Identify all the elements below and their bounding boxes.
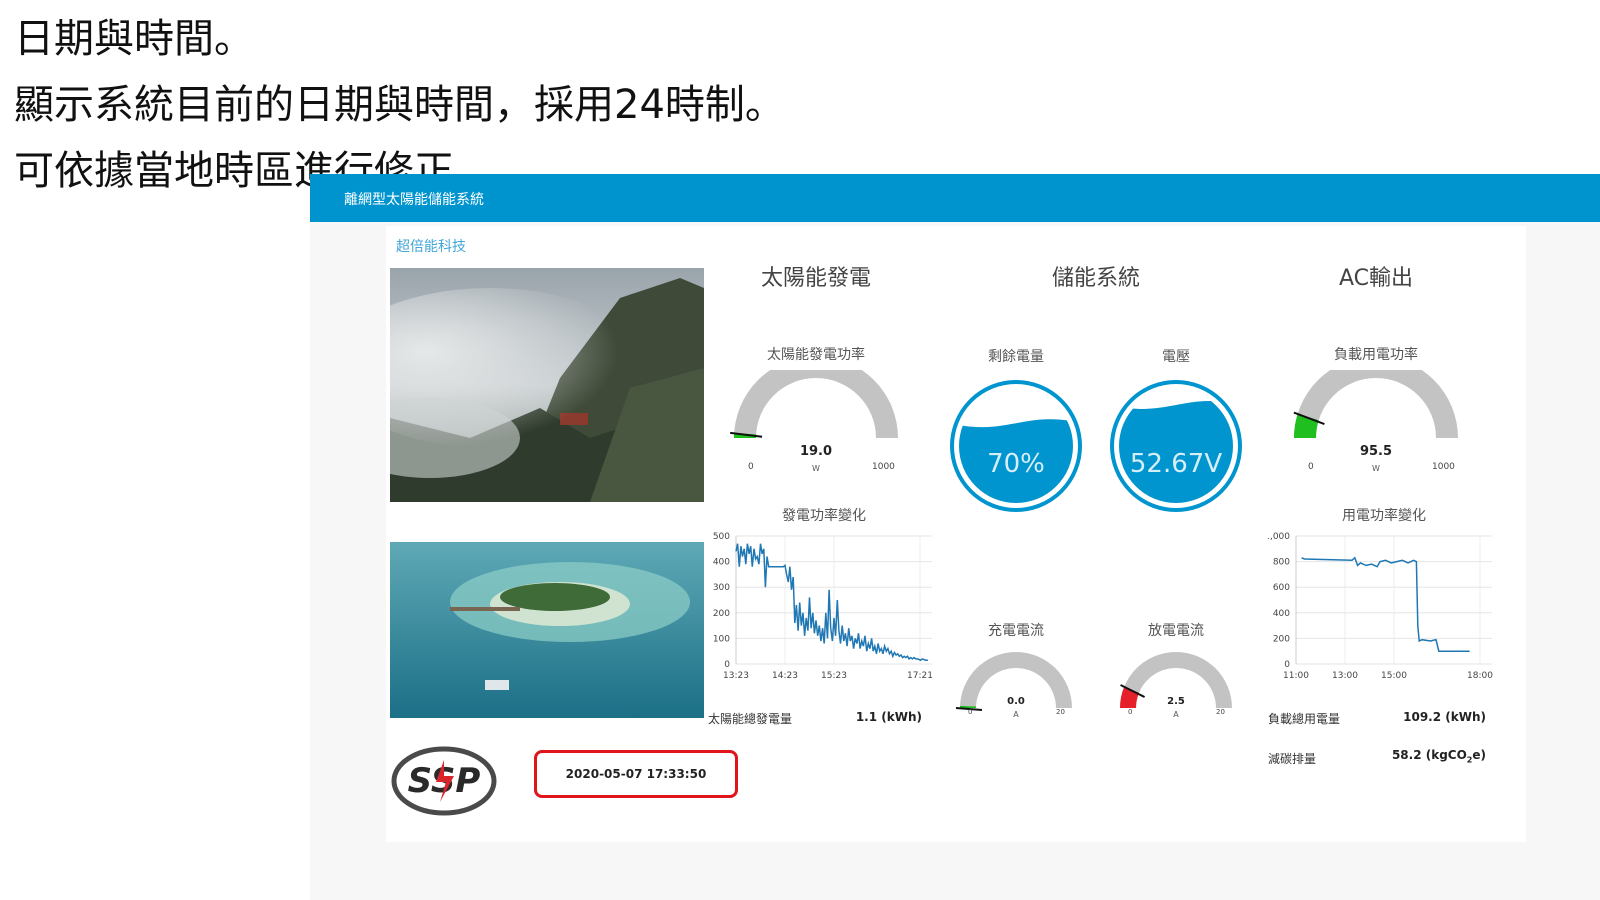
discharge-current-min: 0 (1128, 708, 1133, 716)
load-power-max: 1000 (1432, 462, 1455, 472)
y-tick-label: 0 (1284, 660, 1290, 670)
y-tick-label: 300 (713, 583, 730, 593)
x-tick-label: 17:21 (907, 671, 933, 681)
charge-current-min: 0 (968, 708, 973, 716)
voltage-liquid-gauge: 52.67V (1110, 380, 1242, 512)
y-tick-label: 600 (1273, 583, 1290, 593)
solar-power-chart: 發電功率變化 500 400 300 200 100 013:23 14:23 15:23 17:… (713, 507, 933, 681)
voltage-value: 52.67V (1130, 449, 1222, 479)
x-tick-label: 15:00 (1381, 671, 1407, 681)
solar-power-label: 太陽能發電功率 (767, 347, 865, 363)
x-tick-label: 14:23 (772, 671, 798, 681)
load-total-label: 負載總用電量 (1268, 712, 1341, 726)
y-tick-label: 800 (1273, 558, 1290, 568)
gauge-track (734, 370, 898, 438)
solar-power-value: 19.0 (799, 444, 833, 459)
y-tick-label: 200 (713, 609, 730, 619)
app-title: 離網型太陽能儲能系統 (344, 192, 484, 208)
y-tick-label: 400 (713, 558, 730, 568)
company-link[interactable]: 超倍能科技 (396, 236, 466, 256)
soc-liquid-gauge: 70% (950, 380, 1082, 512)
x-tick-label: 18:00 (1467, 671, 1493, 681)
load-power-min: 0 (1308, 462, 1314, 472)
section-solar: 太陽能發電 (760, 266, 871, 291)
y-tick-label: 200 (1273, 634, 1290, 644)
x-tick-label: 13:23 (723, 671, 749, 681)
y-tick-label: 1,000 (1268, 532, 1290, 542)
chart-title: 用電功率變化 (1342, 507, 1426, 524)
series-line (1301, 556, 1470, 652)
load-total-value: 109.2 (kWh) (1403, 710, 1486, 724)
island-photo (390, 542, 704, 718)
discharge-current-unit: A (1173, 710, 1179, 719)
discharge-current-label: 放電電流 (1148, 623, 1204, 639)
solar-power-unit: W (812, 464, 820, 473)
carbon-label: 減碳排量 (1268, 752, 1317, 766)
charge-current-unit: A (1013, 710, 1019, 719)
solar-total-value: 1.1 (kWh) (855, 710, 922, 724)
solar-power-max: 1000 (872, 462, 895, 472)
chart-title: 發電功率變化 (782, 507, 866, 524)
mountain-photo (390, 268, 704, 502)
datetime-display: 2020-05-07 17:33:50 (565, 767, 707, 781)
caption-line-1: 日期與時間。 (14, 16, 254, 62)
solar-power-min: 0 (748, 462, 754, 472)
gauge-track (1294, 370, 1458, 438)
soc-label: 剩餘電量 (988, 349, 1044, 365)
datetime-highlight: 2020-05-07 17:33:50 (534, 750, 738, 798)
load-power-value: 95.5 (1359, 444, 1393, 459)
solar-total-label: 太陽能總發電量 (708, 712, 793, 726)
caption-line-2: 顯示系統目前的日期與時間，採用24時制。 (14, 82, 785, 128)
carbon-value: 58.2 (kgCO2e) (1391, 748, 1486, 765)
charge-current-label: 充電電流 (988, 623, 1044, 639)
x-tick-label: 11:00 (1283, 671, 1309, 681)
top-bar: 離網型太陽能儲能系統 (310, 174, 1600, 222)
load-power-unit: W (1372, 464, 1380, 473)
section-storage: 儲能系統 (1051, 266, 1140, 291)
voltage-label: 電壓 (1162, 349, 1190, 365)
discharge-current-max: 20 (1216, 708, 1225, 716)
x-tick-label: 13:00 (1332, 671, 1358, 681)
load-power-label: 負載用電功率 (1334, 347, 1418, 363)
charge-current-value: 0.0 (1007, 696, 1025, 707)
dashboard-screenshot: 離網型太陽能儲能系統 超倍能科技 太陽能發電 儲能系統 AC輸出 太陽能發電功率… (310, 174, 1600, 900)
section-ac: AC輸出 (1338, 266, 1414, 291)
load-power-chart: 用電功率變化 1,000 800 600 400 200 011:00 13:00 15:00 1… (1268, 507, 1493, 681)
soc-value: 70% (987, 449, 1045, 479)
y-tick-label: 400 (1273, 609, 1290, 619)
y-tick-label: 0 (724, 660, 730, 670)
y-tick-label: 100 (713, 634, 730, 644)
ssp-logo: SSP (391, 746, 497, 816)
charge-current-max: 20 (1056, 708, 1065, 716)
y-tick-label: 500 (713, 532, 730, 542)
x-tick-label: 15:23 (821, 671, 847, 681)
discharge-current-value: 2.5 (1167, 696, 1185, 707)
